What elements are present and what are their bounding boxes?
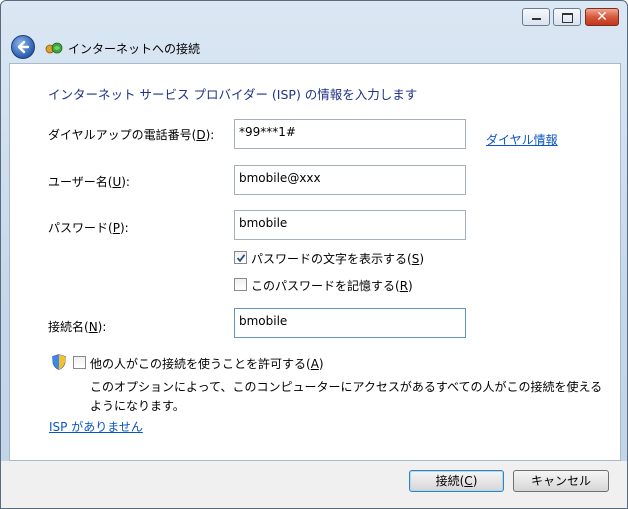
phone-number-field[interactable]: *99***1# bbox=[234, 119, 466, 149]
uac-shield-icon bbox=[52, 354, 66, 370]
remember-password-checkbox[interactable] bbox=[234, 278, 247, 291]
allow-others-checkbox[interactable] bbox=[73, 356, 86, 369]
minimize-button[interactable] bbox=[522, 8, 550, 26]
connection-name-field[interactable]: bmobile bbox=[234, 308, 466, 338]
footer-bar: 接続(C) キャンセル bbox=[1, 461, 627, 508]
phone-label: ダイヤルアップの電話番号(D): bbox=[48, 128, 215, 142]
remember-password-label[interactable]: このパスワードを記憶する(R) bbox=[251, 277, 413, 294]
password-field[interactable]: bmobile bbox=[234, 210, 466, 240]
back-button[interactable] bbox=[11, 35, 35, 59]
page-heading: インターネット サービス プロバイダー (ISP) の情報を入力します bbox=[48, 87, 418, 102]
password-label: パスワード(P): bbox=[48, 221, 129, 235]
dialog-window: ✕ インターネットへの接続 インターネット サービス プロバイダー (ISP) … bbox=[0, 0, 628, 509]
back-arrow-icon bbox=[17, 40, 30, 54]
minimize-icon bbox=[532, 18, 541, 20]
maximize-icon bbox=[562, 13, 573, 23]
allow-others-description: このオプションによって、このコンピューターにアクセスがあるすべての人がこの接続を… bbox=[90, 380, 603, 413]
network-connection-icon bbox=[45, 42, 63, 54]
window-title: インターネットへの接続 bbox=[68, 42, 201, 56]
show-password-checkbox[interactable] bbox=[234, 251, 247, 264]
dial-info-link[interactable]: ダイヤル情報 bbox=[486, 131, 558, 148]
check-icon bbox=[236, 254, 246, 263]
close-button[interactable]: ✕ bbox=[585, 8, 619, 26]
nav-bar: インターネットへの接続 bbox=[1, 31, 627, 63]
username-label: ユーザー名(U): bbox=[48, 175, 130, 189]
content-panel: インターネット サービス プロバイダー (ISP) の情報を入力します ダイヤル… bbox=[9, 63, 621, 461]
close-icon: ✕ bbox=[596, 9, 608, 25]
title-bar: ✕ bbox=[1, 1, 627, 31]
maximize-button[interactable] bbox=[553, 8, 581, 26]
cancel-button[interactable]: キャンセル bbox=[513, 470, 609, 492]
allow-others-label[interactable]: 他の人がこの接続を使うことを許可する(A) bbox=[90, 355, 324, 372]
no-isp-link[interactable]: ISP がありません bbox=[49, 418, 143, 435]
connection-name-label: 接続名(N): bbox=[48, 320, 107, 334]
show-password-label[interactable]: パスワードの文字を表示する(S) bbox=[251, 250, 424, 267]
connect-button[interactable]: 接続(C) bbox=[409, 470, 504, 492]
username-field[interactable]: bmobile@xxx bbox=[234, 165, 466, 195]
